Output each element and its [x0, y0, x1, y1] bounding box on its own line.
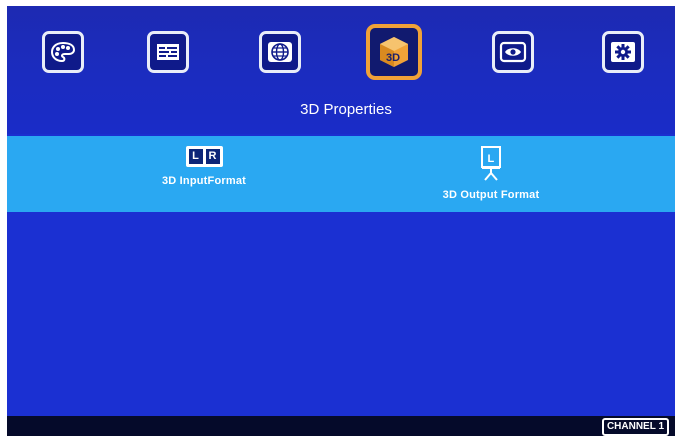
main-menu-icons: 3D — [7, 24, 675, 91]
lr-icon: L R — [185, 146, 223, 167]
globe-icon — [268, 42, 292, 62]
3d-label: 3D — [386, 52, 400, 64]
submenu-item-label: 3D InputFormat — [161, 175, 247, 187]
text-layout-icon-button[interactable] — [147, 31, 189, 73]
submenu-item-3d-output-format[interactable]: L 3D Output Format — [416, 146, 566, 201]
color-palette-icon — [50, 41, 76, 63]
globe-icon-button[interactable] — [259, 31, 301, 73]
menu-title: 3D Properties — [300, 101, 392, 118]
text-layout-icon — [157, 44, 179, 60]
main-menu-bar: 3D 3D Properties — [7, 6, 675, 134]
osd-screen: 3D 3D Properties L R 3D InputFormat L 3D… — [7, 6, 675, 436]
lr-icon-left: L — [188, 149, 203, 164]
channel-badge: CHANNEL 1 — [601, 418, 669, 436]
submenu-bar: L R 3D InputFormat L 3D Output Format — [7, 136, 675, 212]
projector-letter: L — [488, 153, 495, 165]
submenu-item-3d-input-format[interactable]: L R 3D InputFormat — [129, 146, 279, 187]
color-palette-icon-button[interactable] — [42, 31, 84, 73]
3d-properties-button[interactable]: 3D — [366, 24, 422, 80]
content-area — [7, 212, 675, 418]
3d-cube-icon: 3D — [380, 37, 408, 67]
eye-display-icon-button[interactable] — [492, 31, 534, 73]
gear-icon — [611, 42, 635, 62]
submenu-item-label: 3D Output Format — [442, 189, 540, 201]
eye-display-icon — [499, 41, 527, 63]
projector-screen-icon: L — [481, 146, 501, 181]
lr-icon-right: R — [205, 149, 220, 164]
gear-icon-button[interactable] — [602, 31, 644, 73]
status-bar: CHANNEL 1 — [7, 416, 675, 436]
